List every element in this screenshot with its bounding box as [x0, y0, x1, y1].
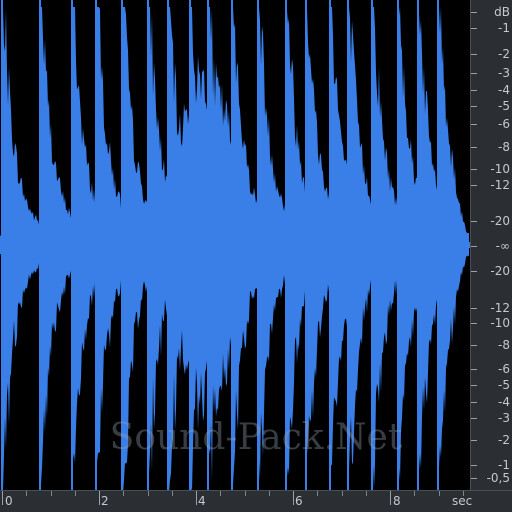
db-label: -∞	[495, 239, 510, 253]
time-minor-tick	[123, 491, 124, 496]
db-label: -12	[490, 178, 510, 192]
db-tick	[471, 369, 477, 370]
time-label: 0	[5, 494, 13, 508]
db-label: -12	[490, 301, 510, 315]
time-minor-tick	[269, 491, 270, 496]
db-tick	[471, 440, 477, 441]
waveform	[0, 0, 470, 490]
db-label: -4	[498, 83, 510, 97]
db-tick	[471, 308, 477, 309]
time-major-tick	[293, 491, 294, 505]
db-tick	[471, 271, 477, 272]
db-label: -2	[498, 47, 510, 61]
db-label: -5	[498, 99, 510, 113]
time-minor-tick	[463, 491, 464, 496]
db-label: -8	[498, 338, 510, 352]
db-tick	[471, 185, 477, 186]
time-major-tick	[196, 491, 197, 505]
time-minor-tick	[172, 491, 173, 496]
db-label: -2	[498, 433, 510, 447]
db-tick	[471, 73, 477, 74]
time-minor-tick	[148, 491, 149, 496]
db-label: -8	[498, 140, 510, 154]
db-ruler: dB -1 -2 -3 -4 -5 -6 -8 -10 -12 -20 -∞ -…	[470, 0, 512, 490]
time-minor-tick	[26, 491, 27, 496]
db-unit-label: dB	[494, 5, 510, 19]
time-minor-tick	[439, 491, 440, 496]
waveform-view[interactable]	[0, 0, 470, 490]
time-minor-tick	[366, 491, 367, 496]
db-tick	[471, 54, 477, 55]
time-unit-label: sec	[452, 494, 473, 508]
db-tick	[471, 246, 477, 247]
db-label: -20	[490, 214, 510, 228]
db-label: -4	[498, 395, 510, 409]
db-tick	[471, 345, 477, 346]
db-tick	[471, 465, 477, 466]
time-minor-tick	[75, 491, 76, 496]
db-label: -10	[490, 316, 510, 330]
db-tick	[471, 385, 477, 386]
db-label: -0,5	[486, 471, 510, 485]
db-tick	[471, 147, 477, 148]
time-minor-tick	[342, 491, 343, 496]
time-minor-tick	[414, 491, 415, 496]
db-tick	[471, 402, 477, 403]
db-label: -6	[498, 362, 510, 376]
db-label: -1	[498, 458, 510, 472]
db-tick	[471, 90, 477, 91]
time-major-tick	[99, 491, 100, 505]
time-label: 6	[295, 494, 303, 508]
time-label: 2	[101, 494, 109, 508]
db-label: -3	[498, 66, 510, 80]
db-tick	[471, 169, 477, 170]
db-tick	[471, 323, 477, 324]
db-label: -1	[498, 21, 510, 35]
db-tick	[471, 106, 477, 107]
db-tick	[471, 221, 477, 222]
time-label: 4	[198, 494, 206, 508]
time-minor-tick	[245, 491, 246, 496]
time-major-tick	[2, 491, 3, 505]
db-tick	[471, 418, 477, 419]
time-minor-tick	[51, 491, 52, 496]
db-tick	[471, 28, 477, 29]
time-ruler: 0 2 4 6 8 sec	[0, 490, 512, 512]
db-label: -10	[490, 162, 510, 176]
db-tick	[471, 478, 477, 479]
time-label: 8	[393, 494, 401, 508]
db-tick	[471, 12, 477, 13]
db-label: -3	[498, 411, 510, 425]
db-label: -20	[490, 264, 510, 278]
db-tick	[471, 124, 477, 125]
db-label: -5	[498, 378, 510, 392]
time-major-tick	[390, 491, 391, 505]
time-minor-tick	[317, 491, 318, 496]
db-label: -6	[498, 117, 510, 131]
time-minor-tick	[220, 491, 221, 496]
